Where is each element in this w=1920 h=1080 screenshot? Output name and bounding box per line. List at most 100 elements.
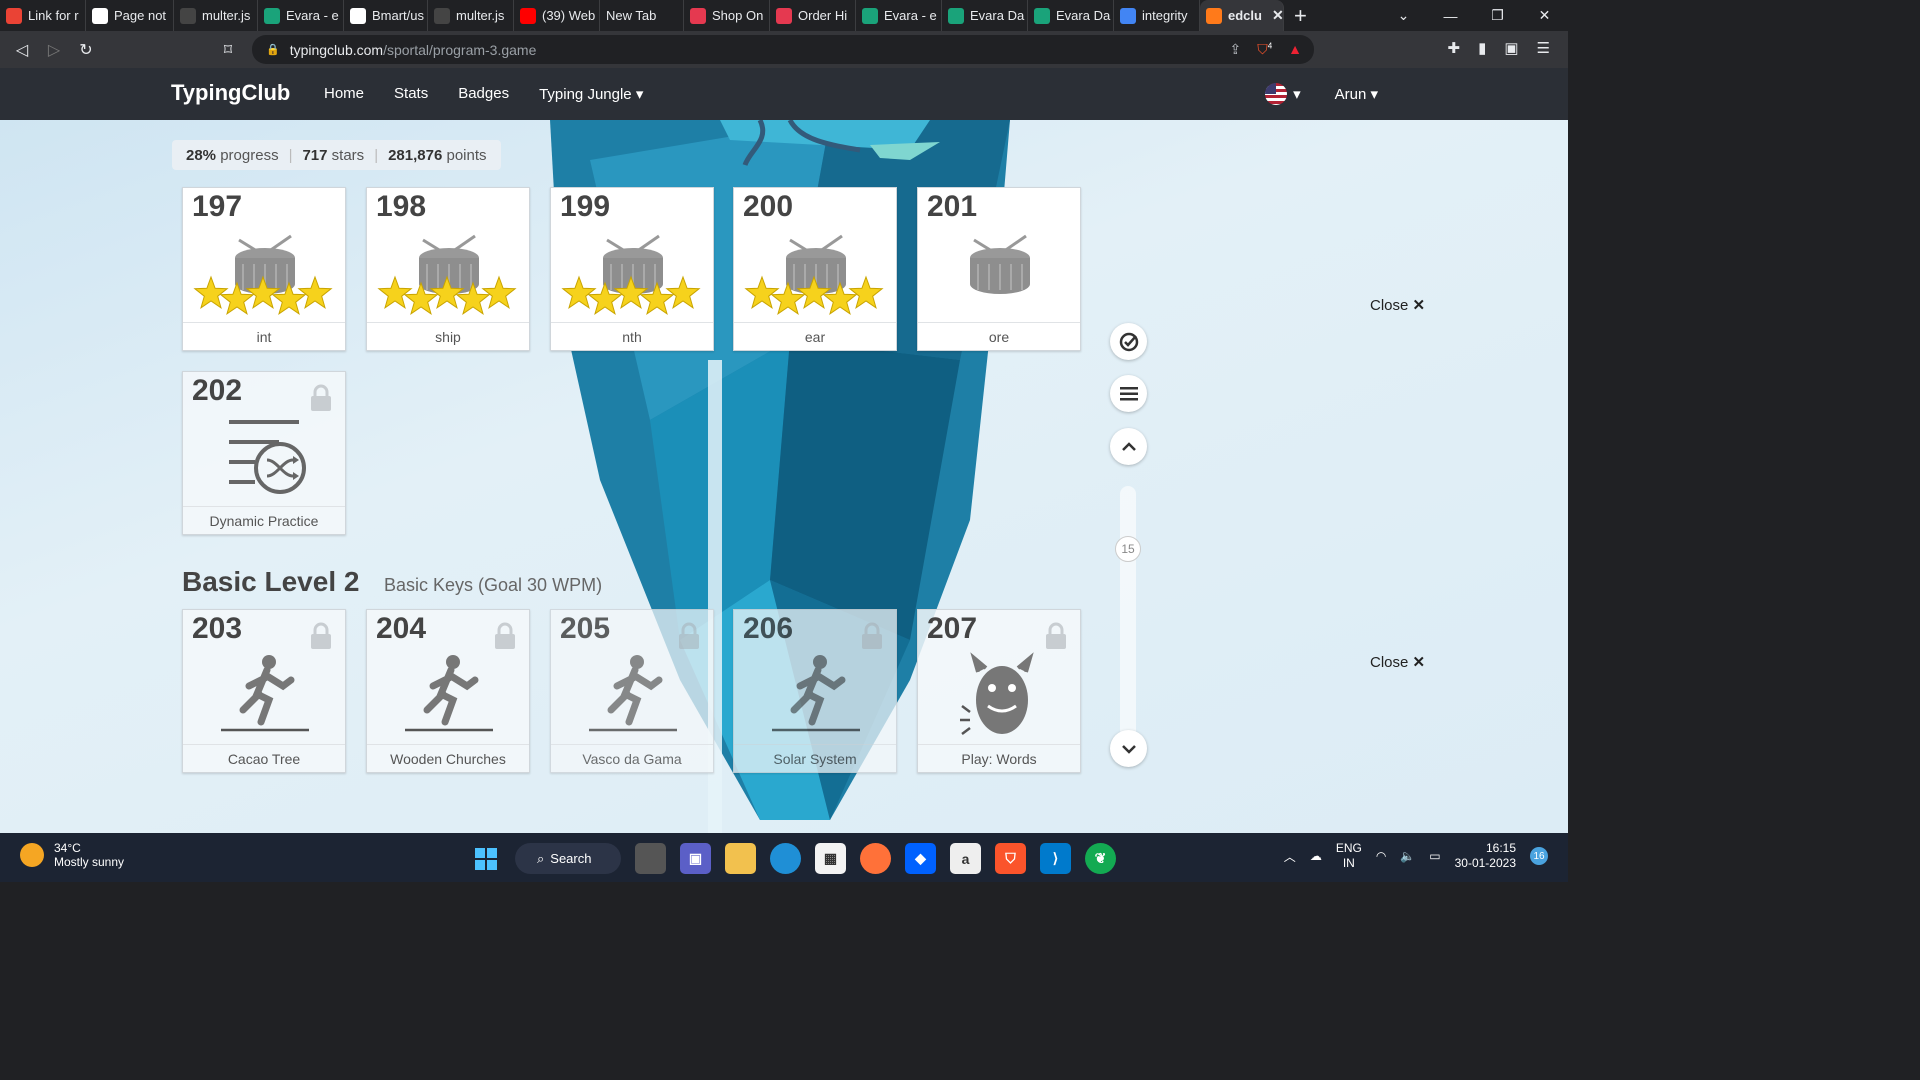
bookmark-icon[interactable]: ⌑ (212, 40, 244, 60)
window-controls: ⌄ — ❐ ✕ (1380, 0, 1568, 31)
wifi-icon[interactable]: ◠ (1376, 849, 1386, 863)
reload-button[interactable]: ↻ (70, 40, 102, 60)
lesson-card-198[interactable]: 198 ship (366, 187, 530, 351)
share-icon[interactable]: ⇪ (1229, 41, 1241, 58)
lesson-card-206[interactable]: 206 Solar System (733, 609, 897, 773)
back-button[interactable]: ◁ (6, 40, 38, 60)
nav-stats[interactable]: Stats (394, 85, 428, 103)
chevron-down-icon: ▾ (1293, 86, 1301, 103)
close-button[interactable]: Close ✕ (1370, 296, 1425, 314)
close-tab-icon[interactable]: ✕ (1272, 7, 1283, 24)
tab-label: Shop On (712, 8, 764, 23)
lesson-card-200[interactable]: 200 ear (733, 187, 897, 351)
browser-tab[interactable]: Shop On (684, 0, 770, 31)
vscode-icon[interactable]: ⟩ (1040, 843, 1071, 874)
cloud-icon[interactable]: ☁ (1310, 849, 1322, 863)
chevron-up-icon[interactable]: ︿ (1284, 848, 1296, 865)
evara-icon (264, 7, 280, 24)
brave-rewards-icon[interactable]: ▲ (1288, 41, 1302, 58)
browser-tab[interactable]: multer.js (428, 0, 514, 31)
language-indicator[interactable]: ENG IN (1336, 841, 1362, 871)
language-selector[interactable]: ▾ (1265, 83, 1301, 105)
lesson-card-202[interactable]: 202 Dynamic Practice (182, 371, 346, 535)
battery-icon[interactable]: ▭ (1429, 849, 1440, 863)
brave-icon[interactable]: ⛉ (995, 843, 1026, 874)
lesson-card-207[interactable]: 207 Play: Words (917, 609, 1081, 773)
lesson-card-204[interactable]: 204 Wooden Churches (366, 609, 530, 773)
scroll-up-button[interactable] (1110, 428, 1147, 465)
edge-icon[interactable] (770, 843, 801, 874)
user-menu[interactable]: Arun ▾ (1335, 85, 1378, 103)
chevron-down-icon: ▾ (1370, 86, 1378, 103)
teams-icon[interactable]: ▣ (680, 843, 711, 874)
nav-badges[interactable]: Badges (458, 85, 509, 103)
close-window-button[interactable]: ✕ (1521, 7, 1568, 24)
sidebar-icon[interactable]: ▮ (1478, 39, 1486, 57)
browser-tab[interactable]: Link for r (0, 0, 86, 31)
taskbar-search[interactable]: ⌕ Search (515, 843, 621, 874)
browser-tab[interactable]: Evara Da (942, 0, 1028, 31)
scroll-down-button[interactable] (1110, 730, 1147, 767)
browser-tab[interactable]: Evara - e (258, 0, 344, 31)
file-explorer-icon[interactable] (725, 843, 756, 874)
star-icon (665, 275, 701, 309)
browser-tab[interactable]: Order Hi (770, 0, 856, 31)
mongodb-icon[interactable]: ❦ (1085, 843, 1116, 874)
nav-home[interactable]: Home (324, 85, 364, 103)
maximize-button[interactable]: ❐ (1474, 7, 1521, 24)
tab-label: Link for r (28, 8, 79, 23)
clock[interactable]: 16:15 30-01-2023 (1455, 841, 1516, 871)
evara-icon (1034, 7, 1050, 24)
system-tray: ︿ ☁ ENG IN ◠ 🔈 ▭ 16:15 30-01-2023 16 (1284, 841, 1548, 871)
lesson-map: 28% progress | 717 stars | 281,876 point… (0, 120, 1568, 833)
browser-tab[interactable]: New Tab (600, 0, 684, 31)
forward-button[interactable]: ▷ (38, 40, 70, 60)
task-view-icon[interactable] (635, 843, 666, 874)
store-icon[interactable]: ▦ (815, 843, 846, 874)
scroll-handle[interactable]: 15 (1115, 536, 1141, 562)
wallet-icon[interactable]: ▣ (1504, 39, 1518, 57)
lesson-card-201[interactable]: 201 ore (917, 187, 1081, 351)
tab-label: Evara - e (286, 8, 339, 23)
browser-tab[interactable]: Page not (86, 0, 174, 31)
site-logo[interactable]: TypingClub (171, 80, 290, 106)
browser-tab[interactable]: (39) Web (514, 0, 600, 31)
tab-label: (39) Web (542, 8, 596, 23)
menu-icon[interactable]: ☰ (1537, 39, 1550, 57)
windows-start-icon[interactable] (470, 843, 501, 874)
dropbox-icon[interactable]: ◆ (905, 843, 936, 874)
browser-tab[interactable]: Bmart/us (344, 0, 428, 31)
browser-tab[interactable]: Evara - e (856, 0, 942, 31)
points-count-text: 281,876 points (388, 147, 486, 164)
drum-icon (970, 234, 1030, 294)
progress-percent-text: 28% progress (186, 147, 279, 164)
menu-button[interactable] (1110, 375, 1147, 412)
brave-shield-icon[interactable]: ⛉4 (1257, 41, 1272, 58)
volume-icon[interactable]: 🔈 (1400, 849, 1415, 863)
amazon-icon[interactable]: a (950, 843, 981, 874)
new-tab-button[interactable]: + (1284, 3, 1317, 29)
runner-icon (589, 655, 677, 732)
weather-widget[interactable]: 34°C Mostly sunny (20, 841, 124, 869)
browser-tab[interactable]: edclu ✕ (1200, 0, 1284, 31)
check-button[interactable] (1110, 323, 1147, 360)
lesson-card-199[interactable]: 199 nth (550, 187, 714, 351)
tab-search-icon[interactable]: ⌄ (1380, 7, 1427, 24)
lesson-card-197[interactable]: 197 int (182, 187, 346, 351)
firefox-icon[interactable] (860, 843, 891, 874)
browser-tab[interactable]: Evara Da (1028, 0, 1114, 31)
star-icon (822, 281, 858, 315)
address-bar[interactable]: 🔒 typingclub.com/sportal/program-3.game … (252, 35, 1314, 64)
nav-typing-jungle[interactable]: Typing Jungle ▾ (539, 85, 643, 103)
star-icon (587, 281, 623, 315)
notification-badge[interactable]: 16 (1530, 847, 1548, 865)
close-button[interactable]: Close ✕ (1370, 653, 1425, 671)
minimize-button[interactable]: — (1427, 8, 1474, 24)
scroll-track[interactable] (1120, 486, 1136, 738)
extensions-icon[interactable]: ✚ (1448, 39, 1461, 57)
lesson-card-205[interactable]: 205 Vasco da Gama (550, 609, 714, 773)
browser-tab[interactable]: multer.js (174, 0, 258, 31)
browser-tab[interactable]: integrity (1114, 0, 1200, 31)
tab-label: Bmart/us (372, 8, 425, 23)
lesson-card-203[interactable]: 203 Cacao Tree (182, 609, 346, 773)
